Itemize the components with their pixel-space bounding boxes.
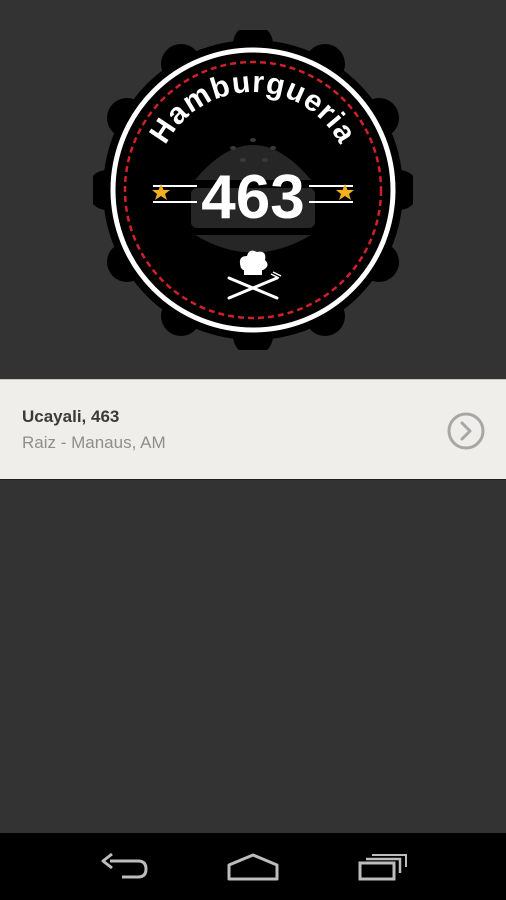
location-text: Ucayali, 463 Raiz - Manaus, AM bbox=[22, 407, 166, 453]
system-nav-bar bbox=[0, 833, 506, 900]
location-list-item[interactable]: Ucayali, 463 Raiz - Manaus, AM bbox=[0, 379, 506, 480]
hamburgueria-logo: Hamburgueria 463 bbox=[93, 29, 413, 350]
recent-apps-icon[interactable] bbox=[352, 847, 412, 887]
logo-number: 463 bbox=[201, 163, 304, 232]
logo-area: Hamburgueria 463 bbox=[0, 0, 506, 379]
location-subtitle: Raiz - Manaus, AM bbox=[22, 433, 166, 452]
chevron-right-circle-icon[interactable] bbox=[446, 411, 486, 451]
location-title: Ucayali, 463 bbox=[22, 407, 120, 426]
back-icon[interactable] bbox=[94, 847, 154, 887]
app-screen: Hamburgueria 463 Ucayali, 463 Raiz - Man… bbox=[0, 0, 506, 900]
home-icon[interactable] bbox=[223, 847, 283, 887]
